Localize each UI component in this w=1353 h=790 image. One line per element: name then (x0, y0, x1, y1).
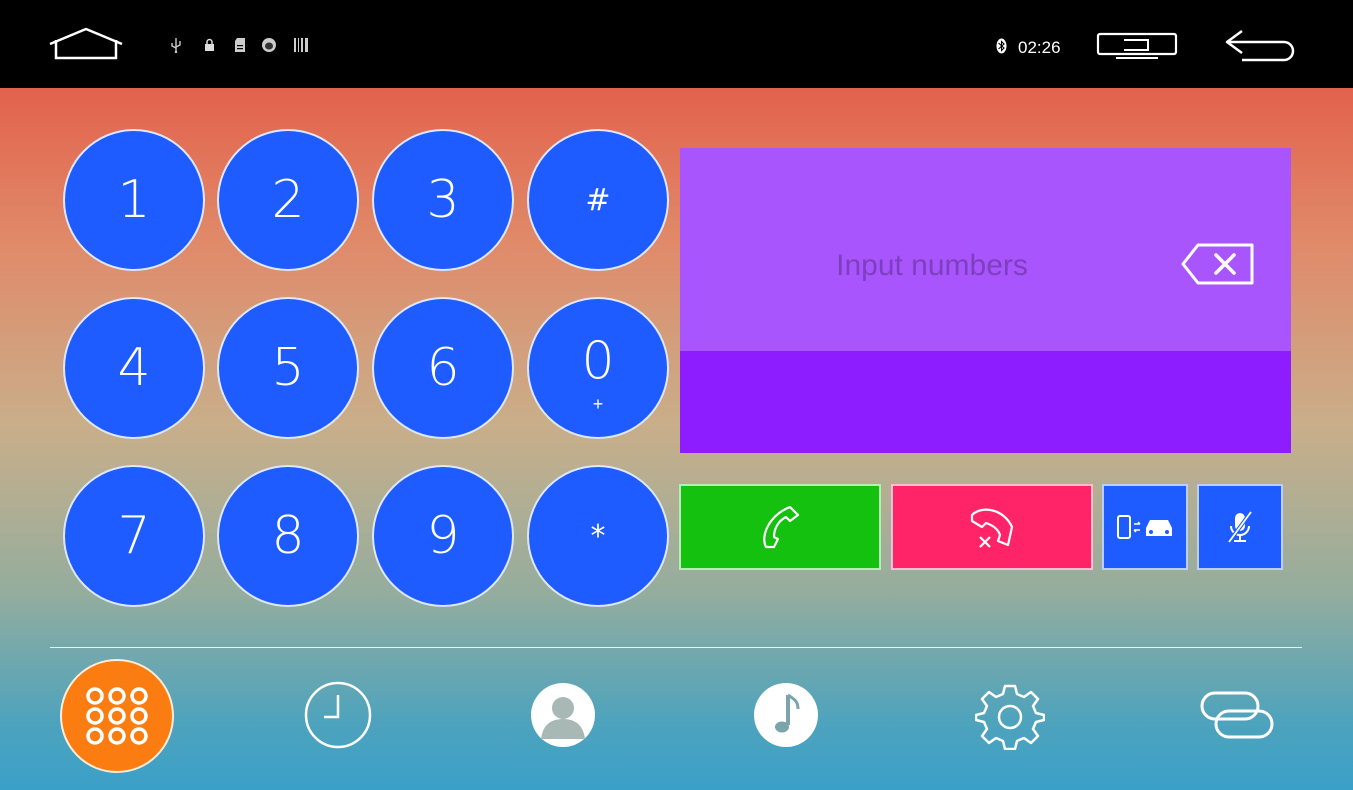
hangup-icon (970, 508, 1014, 548)
nav-settings[interactable] (955, 660, 1065, 770)
nav-dialpad[interactable] (60, 659, 174, 773)
key-label: 2 (271, 170, 305, 230)
key-1[interactable]: 1 (63, 129, 205, 271)
back-icon[interactable] (1222, 28, 1302, 62)
key-label: 5 (271, 338, 305, 398)
key-6[interactable]: 6 (372, 297, 514, 439)
key-5[interactable]: 5 (217, 297, 359, 439)
phone-to-car-icon (1117, 515, 1172, 539)
screen-mirror-icon[interactable] (1096, 31, 1178, 61)
key-sublabel: + (592, 394, 604, 414)
mic-mute-icon (1227, 510, 1253, 544)
status-clock: 02:26 (1018, 38, 1061, 57)
key-label: 7 (117, 506, 151, 566)
key-label: 8 (271, 506, 305, 566)
phone-icon (763, 505, 800, 549)
key-2[interactable]: 2 (217, 129, 359, 271)
bluetooth-icon (996, 38, 1007, 54)
key-9[interactable]: 9 (372, 465, 514, 607)
key-label: 1 (117, 170, 151, 230)
key-0[interactable]: 0 + (527, 297, 669, 439)
barcode-icon (294, 38, 308, 52)
android-debug-icon (262, 38, 276, 52)
contact-icon (531, 683, 595, 747)
nav-call-history[interactable] (283, 660, 393, 770)
number-input[interactable] (700, 240, 1164, 292)
key-3[interactable]: 3 (372, 129, 514, 271)
key-label: 0 (581, 331, 615, 391)
key-label: # (585, 182, 611, 218)
key-4[interactable]: 4 (63, 297, 205, 439)
backspace-icon[interactable] (1180, 242, 1256, 286)
key-label: 4 (117, 338, 151, 398)
call-button[interactable] (679, 484, 881, 570)
dialpad-icon (86, 687, 148, 745)
nav-music[interactable] (731, 660, 841, 770)
home-icon[interactable] (48, 26, 124, 60)
status-bar: 02:26 (0, 0, 1353, 88)
key-label: * (590, 518, 606, 554)
key-8[interactable]: 8 (217, 465, 359, 607)
link-icon (1200, 691, 1274, 739)
nav-link[interactable] (1182, 660, 1292, 770)
gear-icon (975, 684, 1045, 750)
usb-icon (171, 38, 181, 53)
clock-icon (304, 681, 372, 749)
lock-icon (205, 38, 214, 51)
nav-contacts[interactable] (508, 660, 618, 770)
sd-card-icon (235, 38, 245, 52)
hangup-button[interactable] (891, 484, 1093, 570)
display-info-area (680, 351, 1291, 453)
key-label: 3 (426, 170, 460, 230)
music-icon (754, 683, 818, 747)
key-label: 9 (426, 506, 460, 566)
key-star[interactable]: * (527, 465, 669, 607)
transfer-to-phone-button[interactable] (1102, 484, 1188, 570)
nav-divider (50, 647, 1302, 648)
mute-mic-button[interactable] (1197, 484, 1283, 570)
key-7[interactable]: 7 (63, 465, 205, 607)
key-label: 6 (426, 338, 460, 398)
key-hash[interactable]: # (527, 129, 669, 271)
